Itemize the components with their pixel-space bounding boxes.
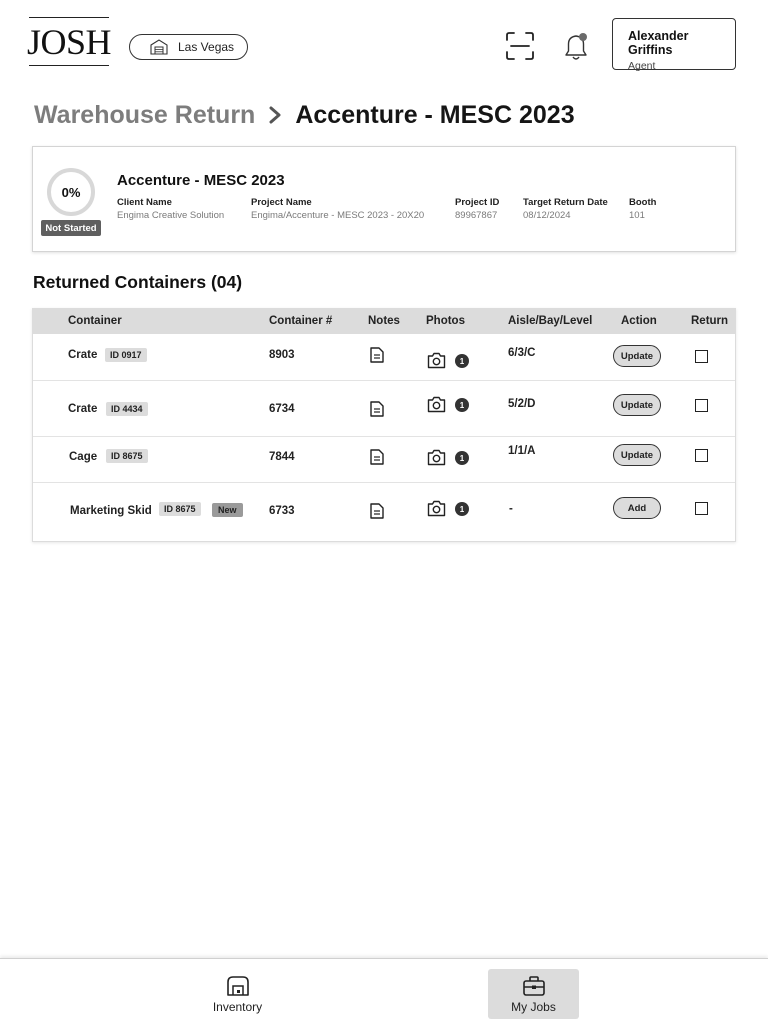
page-title: Accenture - MESC 2023 bbox=[295, 100, 575, 129]
target-return-date-field: Target Return Date 08/12/2024 bbox=[523, 197, 608, 221]
camera-icon[interactable] bbox=[427, 500, 446, 517]
table-row[interactable]: Marketing Skid ID 8675 New 6733 1 - Add bbox=[33, 483, 735, 541]
bottom-navigation: Inventory My Jobs bbox=[0, 958, 768, 1024]
update-button[interactable]: Update bbox=[613, 444, 661, 466]
field-value: 08/12/2024 bbox=[523, 210, 571, 221]
booth-field: Booth 101 bbox=[629, 197, 656, 221]
photo-count-badge: 1 bbox=[455, 502, 469, 516]
field-value: 89967867 bbox=[455, 210, 498, 221]
container-id-tag: ID 0917 bbox=[105, 348, 147, 362]
user-name: Alexander Griffins bbox=[628, 29, 689, 57]
app-logo-text: JOSH bbox=[26, 21, 112, 62]
return-checkbox[interactable] bbox=[695, 350, 708, 363]
add-button[interactable]: Add bbox=[613, 497, 661, 519]
containers-table: Container Container # Notes Photos Aisle… bbox=[32, 308, 736, 542]
column-header: Return bbox=[691, 315, 729, 327]
scan-icon bbox=[506, 32, 534, 60]
breadcrumb-parent-link[interactable]: Warehouse Return bbox=[34, 101, 255, 130]
breadcrumb: Warehouse Return Accenture - MESC 2023 bbox=[34, 99, 575, 131]
update-button[interactable]: Update bbox=[613, 345, 661, 367]
field-label: Target Return Date bbox=[523, 197, 608, 208]
field-value: Engima Creative Solution bbox=[117, 210, 225, 221]
progress-percent: 0% bbox=[61, 184, 81, 200]
status-badge: Not Started bbox=[41, 220, 101, 236]
container-name: Marketing Skid bbox=[70, 505, 152, 517]
project-summary-card: 0% Not Started Accenture - MESC 2023 Cli… bbox=[32, 146, 736, 252]
new-tag: New bbox=[212, 503, 243, 517]
field-label: Booth bbox=[629, 197, 657, 208]
field-value: Engima/Accenture - MESC 2023 - 20X20 bbox=[251, 210, 425, 221]
update-button[interactable]: Update bbox=[613, 394, 661, 416]
warehouse-icon bbox=[226, 976, 249, 996]
column-header: Container # bbox=[269, 315, 333, 327]
container-number: 8903 bbox=[269, 349, 295, 361]
briefcase-icon bbox=[522, 976, 545, 996]
photo-count-badge: 1 bbox=[455, 398, 469, 412]
nav-item-my-jobs[interactable]: My Jobs bbox=[488, 969, 579, 1019]
nav-item-inventory[interactable]: Inventory bbox=[192, 969, 283, 1019]
returned-containers-title: Returned Containers (04) bbox=[33, 272, 243, 292]
table-header: Container Container # Notes Photos Aisle… bbox=[33, 309, 735, 334]
chevron-right-icon bbox=[269, 106, 281, 124]
aisle-bay-level: - bbox=[509, 503, 513, 515]
user-role: Agent bbox=[628, 60, 656, 72]
column-header: Aisle/Bay/Level bbox=[508, 315, 593, 327]
table-row[interactable]: Crate ID 4434 6734 1 5/2/D Update bbox=[33, 381, 735, 437]
return-checkbox[interactable] bbox=[695, 449, 708, 462]
table-row[interactable]: Crate ID 0917 8903 1 6/3/C Update bbox=[33, 334, 735, 381]
camera-icon[interactable] bbox=[427, 352, 446, 369]
container-id-tag: ID 8675 bbox=[106, 449, 148, 463]
nav-label: My Jobs bbox=[511, 1000, 556, 1014]
container-number: 6733 bbox=[269, 505, 295, 517]
warehouse-icon bbox=[150, 39, 168, 55]
camera-icon[interactable] bbox=[427, 396, 446, 413]
bell-icon bbox=[565, 33, 587, 60]
photo-count-badge: 1 bbox=[455, 354, 469, 368]
notifications-button[interactable] bbox=[562, 30, 590, 62]
container-id-tag: ID 8675 bbox=[159, 502, 201, 516]
field-label: Project ID bbox=[455, 197, 500, 208]
user-profile-card[interactable]: Alexander Griffins Agent bbox=[612, 18, 736, 72]
return-checkbox[interactable] bbox=[695, 502, 708, 515]
column-header: Photos bbox=[426, 315, 465, 327]
aisle-bay-level: 1/1/A bbox=[508, 445, 536, 457]
column-header: Action bbox=[621, 315, 657, 327]
project-id-field: Project ID 89967867 bbox=[455, 197, 499, 221]
container-name: Crate bbox=[68, 403, 98, 415]
photo-count-badge: 1 bbox=[455, 451, 469, 465]
field-label: Project Name bbox=[251, 197, 312, 208]
location-selector[interactable]: Las Vegas bbox=[129, 34, 248, 60]
field-value: 101 bbox=[629, 210, 645, 221]
scan-button[interactable] bbox=[503, 29, 537, 63]
project-title: Accenture - MESC 2023 bbox=[117, 172, 285, 189]
table-row[interactable]: Cage ID 8675 7844 1 1/1/A Update bbox=[33, 437, 735, 483]
location-label: Las Vegas bbox=[178, 40, 235, 54]
container-name: Crate bbox=[68, 349, 98, 361]
column-header: Container bbox=[68, 315, 122, 327]
nav-label: Inventory bbox=[212, 1000, 263, 1014]
field-label: Client Name bbox=[117, 197, 172, 208]
note-icon[interactable] bbox=[370, 347, 384, 363]
camera-icon[interactable] bbox=[427, 449, 446, 466]
aisle-bay-level: 6/3/C bbox=[508, 347, 536, 359]
project-name-field: Project Name Engima/Accenture - MESC 202… bbox=[251, 197, 424, 221]
app-logo: JOSH bbox=[26, 17, 112, 66]
container-number: 6734 bbox=[269, 403, 295, 415]
container-name: Cage bbox=[69, 451, 98, 463]
note-icon[interactable] bbox=[370, 449, 384, 465]
note-icon[interactable] bbox=[370, 401, 384, 417]
container-number: 7844 bbox=[269, 451, 295, 463]
client-name-field: Client Name Engima Creative Solution bbox=[117, 197, 224, 221]
container-id-tag: ID 4434 bbox=[106, 402, 148, 416]
column-header: Notes bbox=[368, 315, 400, 327]
aisle-bay-level: 5/2/D bbox=[508, 398, 536, 410]
note-icon[interactable] bbox=[370, 503, 384, 519]
return-checkbox[interactable] bbox=[695, 399, 708, 412]
